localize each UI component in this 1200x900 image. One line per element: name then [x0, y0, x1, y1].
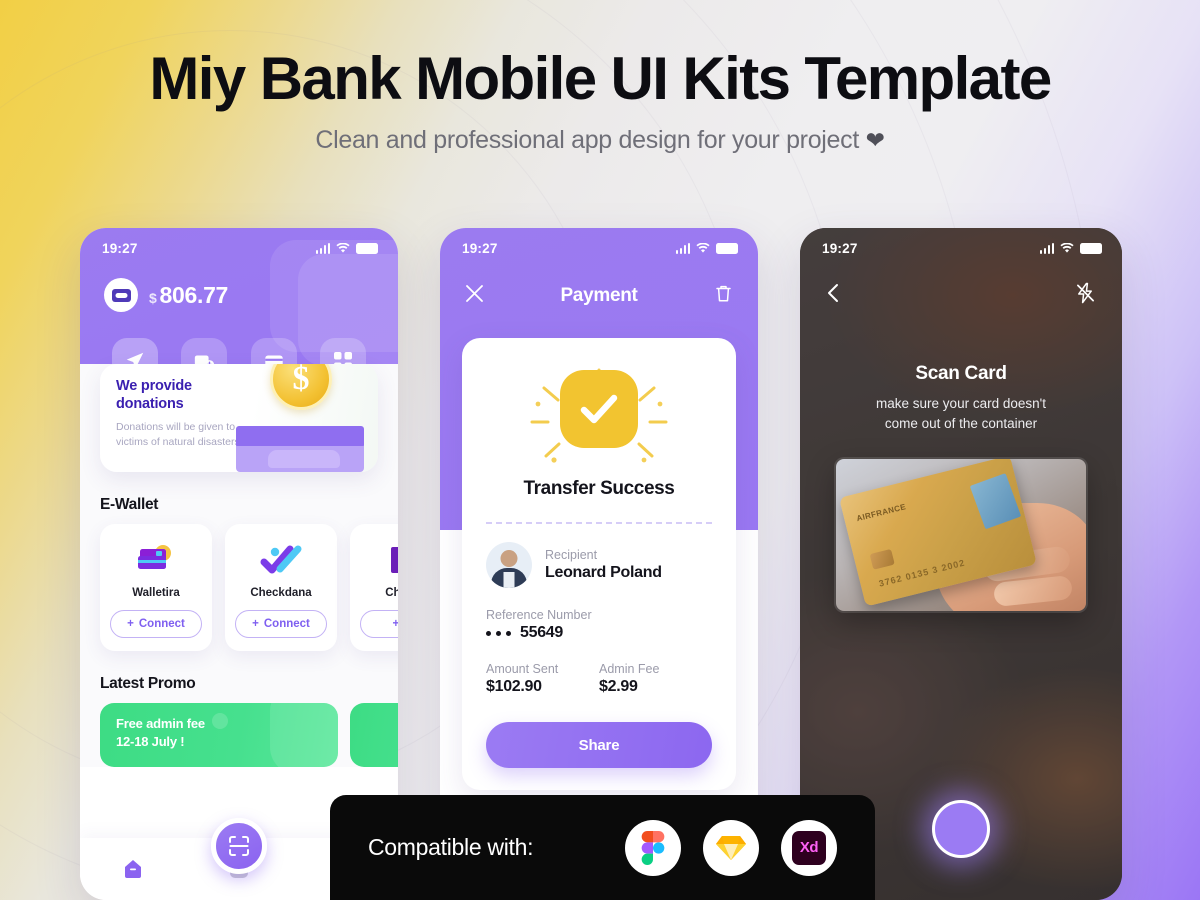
success-title: Transfer Success: [523, 478, 675, 499]
coin-icon: $: [270, 364, 332, 410]
wallet-name: Checkd: [385, 587, 398, 599]
wifi-icon: [696, 242, 710, 253]
donation-illustration: $: [208, 364, 378, 472]
page-title: Miy Bank Mobile UI Kits Template: [149, 45, 1052, 112]
share-button[interactable]: Share: [486, 722, 712, 768]
scan-navbar: [800, 262, 1122, 309]
amount-sent-label: Amount Sent: [486, 662, 559, 676]
home-icon: [125, 860, 141, 878]
plus-icon: +: [127, 618, 134, 630]
promo-card[interactable]: [350, 703, 398, 767]
close-icon[interactable]: [466, 285, 483, 307]
battery-icon: [1080, 242, 1102, 254]
xd-icon[interactable]: Xd: [781, 819, 837, 876]
ewallet-section-title: E-Wallet: [100, 496, 159, 513]
wallet-connect-label: Connect: [263, 618, 310, 630]
cash-icon: [104, 278, 138, 312]
recipient-label: Recipient: [545, 548, 598, 562]
promo-card[interactable]: Free admin fee 12-18 July !: [100, 703, 338, 767]
wallet-connect-button[interactable]: + Connect: [235, 610, 327, 638]
wallet-connect-button[interactable]: + Connect: [110, 610, 202, 638]
sketch-icon[interactable]: [703, 819, 759, 876]
scan-subtitle-line1: make sure your card doesn't: [876, 396, 1046, 411]
scan-subtitle-line2: come out of the container: [884, 415, 1038, 431]
scan-subtitle: make sure your card doesn't come out of …: [800, 394, 1122, 433]
chevron-left-icon[interactable]: [826, 283, 839, 308]
status-time: 19:27: [462, 240, 498, 256]
balance-amount: $806.77: [149, 282, 228, 309]
amount-sent: Amount Sent $102.90: [486, 662, 599, 696]
tab-home[interactable]: [117, 853, 149, 885]
reference-value: 55649: [520, 624, 563, 641]
home-body: We provide donations Donations will be g…: [80, 364, 398, 767]
reference-row: Reference Number 55649: [486, 608, 712, 642]
xd-label: Xd: [792, 830, 826, 865]
compatible-label: Compatible with:: [368, 834, 534, 860]
plus-icon: +: [392, 618, 398, 630]
success-check-icon: [560, 370, 638, 448]
payment-navbar: Payment: [440, 262, 758, 308]
balance-row: $806.77: [80, 262, 398, 312]
flash-off-icon[interactable]: [1075, 282, 1096, 309]
tab-scan-fab[interactable]: [211, 818, 267, 874]
wallet-card[interactable]: Checkd + Co: [350, 524, 398, 651]
recipient-name: Leonard Poland: [545, 564, 662, 581]
admin-fee-label: Admin Fee: [599, 662, 660, 676]
wallet-card[interactable]: Checkdana + Connect: [225, 524, 337, 651]
scan-icon: [229, 836, 249, 856]
wallet-card[interactable]: Walletira + Connect: [100, 524, 212, 651]
battery-icon: [716, 242, 738, 254]
status-time: 19:27: [102, 240, 138, 256]
wifi-icon: [1060, 242, 1074, 253]
shutter-button[interactable]: [932, 800, 990, 858]
wallet-icon: [110, 540, 202, 580]
scan-heading: Scan Card make sure your card doesn't co…: [800, 363, 1122, 433]
avatar: [486, 542, 532, 588]
admin-fee-value: $2.99: [599, 678, 638, 695]
admin-fee: Admin Fee $2.99: [599, 662, 712, 696]
wallet-connect-label: Connect: [138, 618, 185, 630]
plus-icon: +: [252, 618, 259, 630]
divider: [486, 522, 712, 524]
ewallet-list: Walletira + Connect Checkdana + Connect …: [100, 524, 398, 651]
promo-list: Free admin fee 12-18 July !: [100, 703, 398, 767]
figma-icon[interactable]: [625, 819, 681, 876]
status-time: 19:27: [822, 240, 858, 256]
payment-title: Payment: [560, 285, 638, 306]
reference-mask-dots: [486, 630, 511, 636]
transfer-success-card: Transfer Success Recipient Leonard Polan…: [462, 338, 736, 790]
heart-icon: ❤: [865, 127, 885, 154]
status-bar: 19:27: [440, 228, 758, 262]
wallet-connect-button[interactable]: + Co: [360, 610, 398, 638]
donation-banner[interactable]: We provide donations Donations will be g…: [100, 364, 378, 472]
reference-label: Reference Number: [486, 608, 592, 622]
success-illustration: [514, 364, 684, 468]
trash-icon[interactable]: [715, 284, 732, 308]
balance-value: 806.77: [159, 281, 229, 308]
page-header: Miy Bank Mobile UI Kits Template Clean a…: [0, 45, 1200, 155]
promo-section-title: Latest Promo: [100, 675, 196, 692]
amount-sent-value: $102.90: [486, 678, 542, 695]
wallet-name: Walletira: [132, 587, 180, 599]
compatible-bar: Compatible with: Xd: [330, 795, 875, 900]
wallet-name: Checkdana: [250, 587, 312, 599]
page-subtitle: Clean and professional app design for yo…: [0, 126, 1200, 155]
scan-title: Scan Card: [915, 363, 1007, 384]
status-bar: 19:27: [800, 228, 1122, 262]
amounts-row: Amount Sent $102.90 Admin Fee $2.99: [486, 662, 712, 696]
book-icon: [360, 540, 398, 580]
signal-icon: [675, 242, 690, 254]
signal-icon: [1039, 242, 1054, 254]
card-brand: AIRFRANCE: [855, 502, 907, 524]
page-subtitle-text: Clean and professional app design for yo…: [315, 126, 860, 155]
recipient-row: Recipient Leonard Poland: [486, 542, 712, 588]
balance-currency: $: [149, 289, 157, 306]
check-icon: [235, 540, 327, 580]
scan-viewport: AIRFRANCE 3762 0135 3 2002: [836, 459, 1086, 612]
